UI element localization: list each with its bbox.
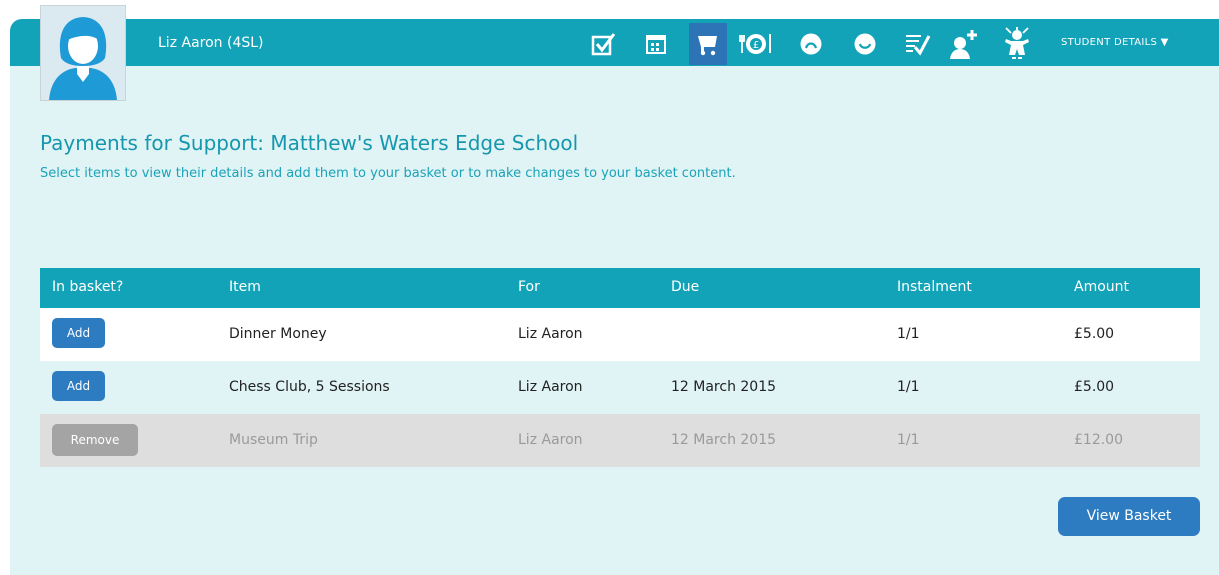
table-row[interactable]: Add Chess Club, 5 Sessions Liz Aaron 12 … bbox=[40, 361, 1200, 414]
remove-button[interactable]: Remove bbox=[52, 424, 138, 456]
shopping-cart-icon[interactable] bbox=[689, 23, 727, 65]
add-contact-icon[interactable] bbox=[946, 23, 984, 65]
child-icon[interactable] bbox=[998, 23, 1036, 65]
amount-cell: £5.00 bbox=[1074, 326, 1115, 342]
table-header: In basket? Item For Due Instalment Amoun… bbox=[40, 268, 1200, 308]
header-item: Item bbox=[229, 279, 261, 295]
header-amount: Amount bbox=[1074, 279, 1130, 295]
instalment-cell: 1/1 bbox=[897, 432, 920, 448]
due-cell: 12 March 2015 bbox=[671, 432, 777, 448]
dinner-money-icon[interactable]: £ bbox=[737, 23, 775, 65]
instalment-cell: 1/1 bbox=[897, 326, 920, 342]
svg-text:£: £ bbox=[753, 40, 759, 51]
due-cell: 12 March 2015 bbox=[671, 379, 777, 395]
for-cell: Liz Aaron bbox=[518, 432, 583, 448]
smile-icon[interactable] bbox=[846, 23, 884, 65]
student-details-menu[interactable]: STUDENT DETAILS ▼ bbox=[1061, 36, 1169, 50]
calendar-icon[interactable] bbox=[637, 23, 675, 65]
header-for: For bbox=[518, 279, 540, 295]
for-cell: Liz Aaron bbox=[518, 326, 583, 342]
instalment-cell: 1/1 bbox=[897, 379, 920, 395]
item-cell[interactable]: Chess Club, 5 Sessions bbox=[229, 379, 390, 395]
item-cell[interactable]: Dinner Money bbox=[229, 326, 327, 342]
student-name[interactable]: Liz Aaron (4SL) bbox=[158, 34, 264, 52]
header-due: Due bbox=[671, 279, 700, 295]
add-button[interactable]: Add bbox=[52, 371, 105, 401]
header-instalment: Instalment bbox=[897, 279, 972, 295]
table-row[interactable]: Remove Museum Trip Liz Aaron 12 March 20… bbox=[40, 414, 1200, 467]
amount-cell: £12.00 bbox=[1074, 432, 1123, 448]
add-button[interactable]: Add bbox=[52, 318, 105, 348]
amount-cell: £5.00 bbox=[1074, 379, 1115, 395]
payments-table: In basket? Item For Due Instalment Amoun… bbox=[40, 268, 1200, 467]
student-avatar bbox=[40, 5, 126, 101]
page-subtitle: Select items to view their details and a… bbox=[40, 166, 736, 181]
item-cell[interactable]: Museum Trip bbox=[229, 432, 318, 448]
checkbox-icon[interactable] bbox=[585, 23, 623, 65]
avatar-placeholder-icon bbox=[49, 17, 117, 100]
frown-icon[interactable] bbox=[792, 23, 830, 65]
table-row[interactable]: Add Dinner Money Liz Aaron 1/1 £5.00 bbox=[40, 308, 1200, 361]
header-in-basket: In basket? bbox=[52, 279, 124, 295]
for-cell: Liz Aaron bbox=[518, 379, 583, 395]
view-basket-button[interactable]: View Basket bbox=[1058, 497, 1200, 536]
page-title: Payments for Support: Matthew's Waters E… bbox=[40, 131, 579, 155]
report-icon[interactable] bbox=[898, 23, 936, 65]
